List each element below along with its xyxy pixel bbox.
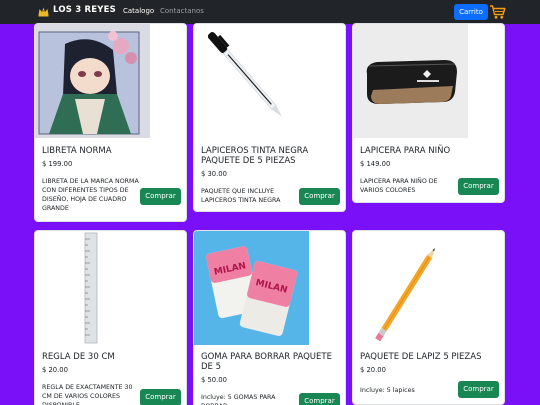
product-title: REGLA DE 30 CM bbox=[42, 352, 115, 362]
shopping-cart-icon[interactable] bbox=[489, 4, 506, 20]
product-title: PAQUETE DE LAPIZ 5 PIEZAS bbox=[360, 352, 482, 362]
product-card: LAPICEROS TINTA NEGRA PAQUETE DE 5 PIEZA… bbox=[193, 23, 346, 212]
pencil-image bbox=[353, 231, 468, 345]
buy-button[interactable]: Comprar bbox=[299, 188, 340, 205]
buy-button[interactable]: Comprar bbox=[458, 381, 499, 398]
buy-button[interactable]: Comprar bbox=[140, 188, 181, 205]
eraser-image: MILAN MILAN bbox=[194, 231, 309, 345]
pencil-case-image bbox=[353, 24, 468, 138]
product-title: LAPICEROS TINTA NEGRA PAQUETE DE 5 PIEZA… bbox=[201, 146, 309, 166]
product-image: MILAN MILAN bbox=[194, 231, 309, 345]
product-price: $ 30.00 bbox=[201, 170, 227, 178]
anime-notebook-image bbox=[35, 24, 150, 138]
product-image bbox=[35, 231, 150, 345]
product-price: $ 20.00 bbox=[42, 366, 68, 374]
product-description: Incluye: 5 GOMAS PARA BORRAR bbox=[201, 394, 276, 405]
product-price: $ 149.00 bbox=[360, 160, 391, 168]
product-card: LIBRETA NORMA $ 199.00 LIBRETA DE LA MAR… bbox=[34, 23, 187, 222]
product-image bbox=[353, 24, 468, 138]
buy-button[interactable]: Comprar bbox=[299, 393, 340, 405]
buy-button[interactable]: Comprar bbox=[458, 178, 499, 195]
product-description: Incluye: 5 lapices bbox=[360, 387, 415, 394]
nav-link-catalogo[interactable]: Catalogo bbox=[123, 7, 154, 15]
product-card: PAQUETE DE LAPIZ 5 PIEZAS $ 20.00 Incluy… bbox=[352, 230, 505, 405]
product-image bbox=[353, 231, 468, 345]
product-description: REGLA DE EXACTAMENTE 30 CM DE VARIOS COL… bbox=[42, 384, 133, 405]
crown-logo-icon[interactable] bbox=[37, 5, 50, 18]
navbar: LOS 3 REYES Catalogo Contactanos Carrito bbox=[0, 0, 540, 24]
product-price: $ 50.00 bbox=[201, 376, 227, 384]
nav-link-contactanos[interactable]: Contactanos bbox=[160, 7, 204, 15]
product-title: LAPICERA PARA NIÑO bbox=[360, 146, 451, 156]
product-description: LIBRETA DE LA MARCA NORMA CON DIFERENTES… bbox=[42, 178, 139, 212]
product-card: LAPICERA PARA NIÑO $ 149.00 LAPICERA PAR… bbox=[352, 23, 505, 203]
product-description: LAPICERA PARA NIÑO DE VARIOS COLORES bbox=[360, 178, 438, 194]
product-image bbox=[35, 24, 150, 138]
brand-name[interactable]: LOS 3 REYES bbox=[53, 5, 116, 15]
product-price: $ 199.00 bbox=[42, 160, 73, 168]
cart-button[interactable]: Carrito bbox=[454, 4, 488, 20]
product-price: $ 20.00 bbox=[360, 366, 386, 374]
product-card: REGLA DE 30 CM $ 20.00 REGLA DE EXACTAME… bbox=[34, 230, 187, 405]
product-description: PAQUETE QUE INCLUYE LAPICEROS TINTA NEGR… bbox=[201, 188, 281, 204]
product-title: GOMA PARA BORRAR PAQUETE DE 5 bbox=[201, 352, 332, 372]
buy-button[interactable]: Comprar bbox=[140, 389, 181, 405]
ruler-image bbox=[35, 231, 150, 345]
product-card: MILAN MILAN GOMA PARA BORRAR PAQUETE DE … bbox=[193, 230, 346, 405]
product-title: LIBRETA NORMA bbox=[42, 146, 112, 156]
product-image bbox=[194, 24, 309, 138]
black-pen-image bbox=[194, 24, 309, 138]
